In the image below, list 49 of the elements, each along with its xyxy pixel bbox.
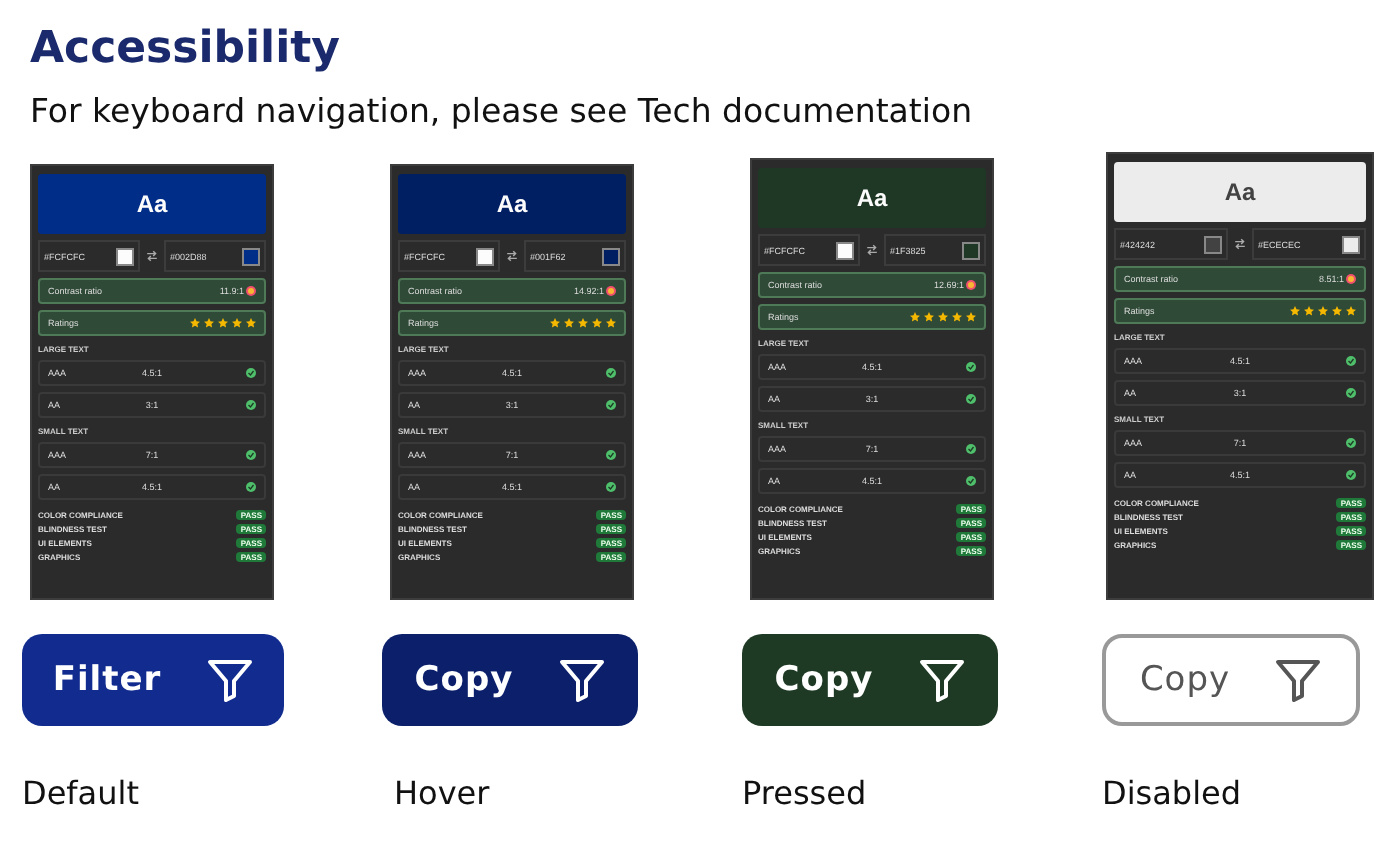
color-swatch[interactable]: [962, 241, 980, 259]
filter-icon: [557, 656, 606, 704]
swap-icon: [1234, 238, 1246, 250]
star-icon: [606, 318, 616, 328]
star-icon: [952, 312, 962, 322]
star-icon: [190, 318, 200, 328]
swap-icon: [866, 244, 878, 256]
action-button[interactable]: Copy: [382, 634, 638, 726]
color-swatch[interactable]: [836, 241, 854, 259]
state-caption: Hover: [394, 772, 490, 816]
action-button[interactable]: Filter: [22, 634, 284, 726]
filter-icon: [917, 656, 966, 704]
color-swatch[interactable]: [476, 247, 494, 265]
preview-box: Aa: [398, 174, 626, 234]
star-icon: [564, 318, 574, 328]
star-icon: [1332, 306, 1342, 316]
color-swatch[interactable]: [1342, 235, 1360, 253]
state-caption: Disabled: [1102, 772, 1242, 816]
star-icon: [578, 318, 588, 328]
preview-box: Aa: [758, 168, 986, 228]
star-icon: [1318, 306, 1328, 316]
star-icon: [910, 312, 920, 322]
star-icon: [1304, 306, 1314, 316]
action-button[interactable]: Copy: [742, 634, 998, 726]
color-swatch[interactable]: [116, 247, 134, 265]
star-icon: [938, 312, 948, 322]
preview-box: Aa: [38, 174, 266, 234]
star-icon: [1290, 306, 1300, 316]
page-title: Accessibility: [30, 22, 342, 78]
state-caption: Default: [22, 772, 139, 816]
filter-icon: [1274, 656, 1323, 704]
filter-icon: [205, 656, 254, 704]
star-icon: [550, 318, 560, 328]
star-icon: [246, 318, 256, 328]
color-swatch[interactable]: [602, 247, 620, 265]
star-icon: [1346, 306, 1356, 316]
color-swatch[interactable]: [1204, 235, 1222, 253]
swap-icon: [506, 250, 518, 262]
color-swatch[interactable]: [242, 247, 260, 265]
star-icon: [218, 318, 228, 328]
swap-icon: [146, 250, 158, 262]
star-icon: [232, 318, 242, 328]
star-icon: [924, 312, 934, 322]
star-icon: [204, 318, 214, 328]
star-icon: [966, 312, 976, 322]
star-icon: [592, 318, 602, 328]
page-subtitle: For keyboard navigation, please see Tech documentation: [30, 90, 975, 134]
preview-box: Aa: [1114, 162, 1366, 222]
state-caption: Pressed: [742, 772, 867, 816]
